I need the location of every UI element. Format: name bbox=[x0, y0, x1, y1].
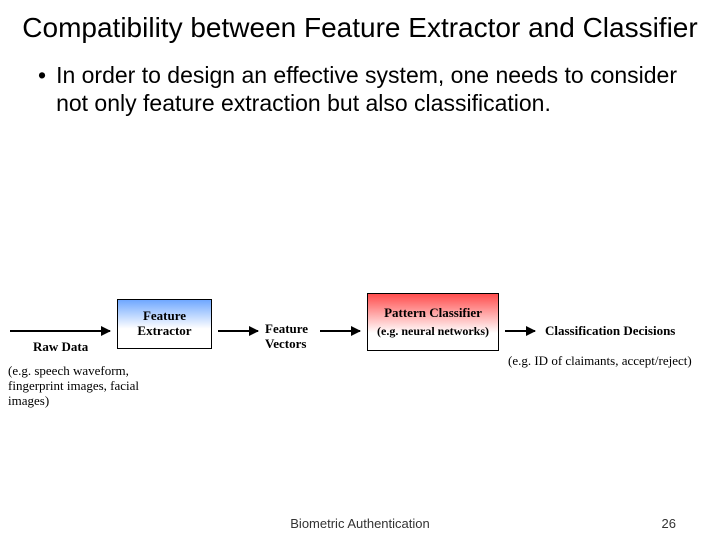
bullet-item: • In order to design an effective system… bbox=[36, 62, 680, 117]
page-number: 26 bbox=[662, 516, 676, 531]
bullet-text: In order to design an effective system, … bbox=[56, 62, 680, 117]
pattern-classifier-title: Pattern Classifier bbox=[368, 306, 498, 321]
slide-title: Compatibility between Feature Extractor … bbox=[0, 0, 720, 44]
decisions-label: Classification Decisions bbox=[545, 324, 675, 339]
footer-title: Biometric Authentication bbox=[0, 516, 720, 531]
raw-data-sub: (e.g. speech waveform, fingerprint image… bbox=[8, 364, 173, 409]
pipeline-diagram: Raw Data (e.g. speech waveform, fingerpr… bbox=[0, 290, 720, 460]
arrow-input bbox=[10, 330, 110, 332]
feature-extractor-line1: Feature bbox=[118, 309, 211, 324]
pattern-classifier-box: Pattern Classifier (e.g. neural networks… bbox=[367, 293, 499, 351]
feature-vectors-label: Feature Vectors bbox=[265, 322, 308, 352]
arrow-classifier-in bbox=[320, 330, 360, 332]
pattern-classifier-sub: (e.g. neural networks) bbox=[368, 325, 498, 339]
raw-data-label: Raw Data bbox=[33, 340, 88, 355]
feature-vectors-line2: Vectors bbox=[265, 336, 306, 351]
bullet-mark: • bbox=[36, 62, 46, 117]
feature-vectors-line1: Feature bbox=[265, 321, 308, 336]
feature-extractor-box: Feature Extractor bbox=[117, 299, 212, 349]
body-text: • In order to design an effective system… bbox=[0, 44, 720, 117]
feature-extractor-line2: Extractor bbox=[118, 324, 211, 339]
decisions-sub: (e.g. ID of claimants, accept/reject) bbox=[508, 354, 718, 369]
arrow-extractor-out bbox=[218, 330, 258, 332]
arrow-classifier-out bbox=[505, 330, 535, 332]
